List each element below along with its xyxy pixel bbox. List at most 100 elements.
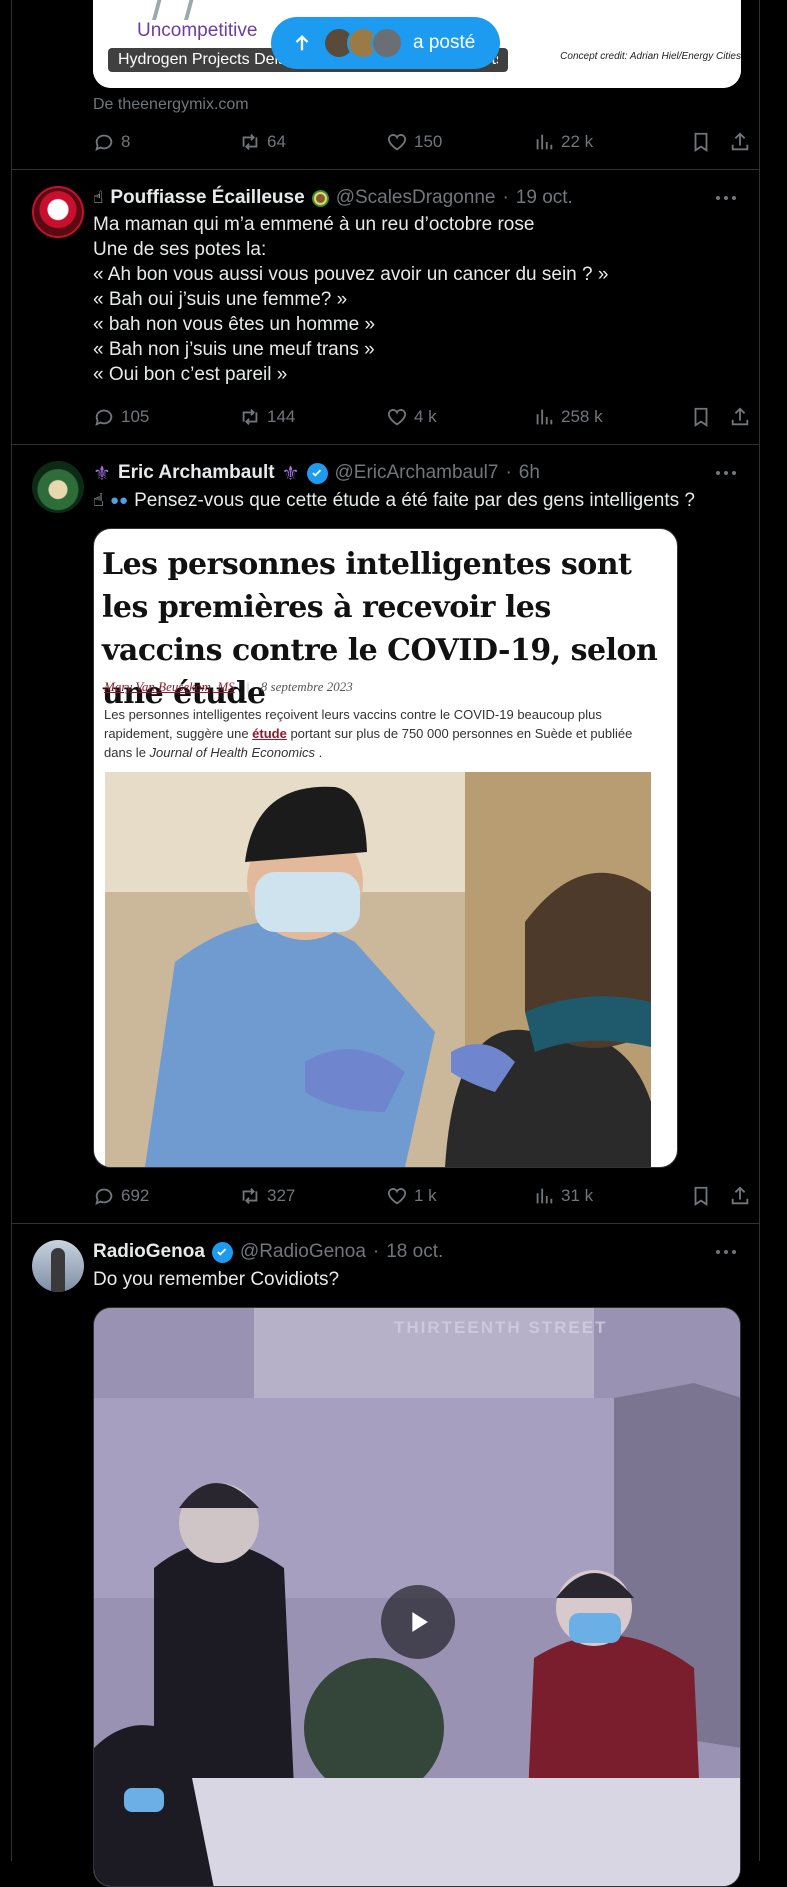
bookmark-button[interactable] <box>690 1181 712 1211</box>
text-line: « Ah bon vous aussi vous pouvez avoir un… <box>93 264 609 285</box>
play-button[interactable] <box>381 1585 455 1659</box>
separator: · <box>372 1241 380 1262</box>
video-sign-text: THIRTEENTH STREET <box>394 1318 608 1337</box>
article-date: 8 septembre 2023 <box>260 679 353 694</box>
play-icon <box>412 1612 428 1632</box>
article-body: Les personnes intelligentes reçoivent le… <box>104 707 633 760</box>
like-icon <box>387 134 407 151</box>
more-icon[interactable] <box>711 186 741 210</box>
article-author[interactable]: Mary Van Beusekom, MS <box>104 679 235 694</box>
post-time[interactable]: 19 oct. <box>516 187 573 209</box>
like-icon <box>387 409 407 426</box>
views-button[interactable]: 258 k <box>533 402 603 432</box>
card-logo-text: Uncompetitive <box>137 20 258 41</box>
author-name[interactable]: Eric Archambault <box>118 462 275 484</box>
verified-icon <box>211 1241 233 1263</box>
vaccination-photo <box>105 772 651 1167</box>
like-button[interactable]: 1 k <box>386 1181 437 1211</box>
author-name[interactable]: RadioGenoa <box>93 1241 205 1263</box>
avatar[interactable] <box>32 461 84 513</box>
post-radiogenoa[interactable]: RadioGenoa @RadioGenoa · 18 oct. Do you … <box>12 1224 759 1887</box>
like-count: 4 k <box>414 407 437 426</box>
author-name[interactable]: Pouffiasse Écailleuse <box>110 187 304 209</box>
post-text: Do you remember Covidiots? <box>93 1269 340 1290</box>
views-count: 31 k <box>561 1186 594 1205</box>
reply-button[interactable]: 8 <box>93 127 130 157</box>
separator: · <box>502 187 509 208</box>
avocado-icon <box>311 189 329 207</box>
post-pouffiasse[interactable]: ☝ Pouffiasse Écailleuse @ScalesDragonne … <box>12 170 759 445</box>
reply-icon <box>95 1188 113 1206</box>
avatar[interactable] <box>32 186 84 238</box>
text-line: « Bah oui j’suis une femme? » <box>93 289 348 310</box>
text-line: « Bah non j’suis une meuf trans » <box>93 339 375 360</box>
bookmark-icon <box>694 132 708 152</box>
timeline-column: Uncompetitive Concept credit: Adrian Hie… <box>11 0 760 1887</box>
share-button[interactable] <box>729 1181 751 1211</box>
reply-button[interactable]: 105 <box>93 402 149 432</box>
text-line: « Oui bon c’est pareil » <box>93 364 288 385</box>
post-header: ⚜ Eric Archambault ⚜ @EricArchambaul7 · … <box>93 460 540 486</box>
post-header: ☝ Pouffiasse Écailleuse @ScalesDragonne … <box>93 185 573 211</box>
bookmark-button[interactable] <box>690 127 712 157</box>
bookmark-icon <box>694 407 708 427</box>
repost-button[interactable]: 144 <box>239 402 295 432</box>
like-count: 150 <box>414 132 443 151</box>
byline-divider: | <box>245 679 250 694</box>
share-button[interactable] <box>729 402 751 432</box>
repost-icon <box>242 1188 258 1204</box>
post-text: Ma maman qui m’a emmené à un reu d’octob… <box>93 212 739 387</box>
article-byline: Mary Van Beusekom, MS | 8 septembre 2023 <box>104 679 353 695</box>
pipe-graphic <box>152 0 194 20</box>
views-icon <box>536 134 553 150</box>
arrow-up-icon <box>295 34 309 51</box>
post-actions: 105 144 4 k 258 k <box>93 402 749 432</box>
views-icon <box>536 409 553 425</box>
pointing-hand-icon: ☝ <box>93 490 104 510</box>
more-icon[interactable] <box>711 1240 741 1264</box>
views-icon <box>536 1188 553 1204</box>
reply-icon <box>95 409 113 427</box>
text-line: Ma maman qui m’a emmené à un reu d’octob… <box>93 214 535 235</box>
reply-count: 692 <box>121 1186 150 1205</box>
like-button[interactable]: 4 k <box>386 402 437 432</box>
post-image[interactable]: Les personnes intelligentes sont les pre… <box>93 528 678 1168</box>
reply-count: 8 <box>121 132 131 151</box>
repost-icon <box>242 409 258 425</box>
like-count: 1 k <box>414 1186 437 1205</box>
avatar <box>371 27 403 59</box>
article-link[interactable]: étude <box>252 726 287 741</box>
views-button[interactable]: 22 k <box>533 127 593 157</box>
more-icon[interactable] <box>711 461 741 485</box>
statue-silhouette <box>51 1248 65 1292</box>
card-source[interactable]: De theenergymix.com <box>93 96 249 114</box>
repost-icon <box>242 134 258 150</box>
bookmark-button[interactable] <box>690 402 712 432</box>
repost-button[interactable]: 327 <box>239 1181 295 1211</box>
like-icon <box>387 1188 407 1205</box>
verified-icon <box>306 462 328 484</box>
repost-button[interactable]: 64 <box>239 127 286 157</box>
share-button[interactable] <box>729 127 751 157</box>
post-time[interactable]: 6h <box>519 462 540 484</box>
new-posts-pill[interactable]: a posté <box>271 17 500 69</box>
avatar[interactable] <box>32 1240 84 1292</box>
pill-label: a posté <box>413 32 476 53</box>
post-actions: 8 64 150 22 k <box>93 127 749 157</box>
reply-count: 105 <box>121 407 150 426</box>
post-time[interactable]: 18 oct. <box>386 1241 443 1263</box>
post-text: ☝ ●● Pensez-vous que cette étude a été f… <box>93 488 739 513</box>
author-handle[interactable]: @EricArchambaul7 <box>335 462 499 484</box>
like-button[interactable]: 150 <box>386 127 442 157</box>
post-actions: 692 327 1 k 31 k <box>93 1181 749 1211</box>
author-handle[interactable]: @RadioGenoa <box>240 1241 366 1263</box>
fleur-de-lis-icon: ⚜ <box>281 462 300 485</box>
repost-count: 144 <box>267 407 296 426</box>
post-video[interactable]: THIRTEENTH STREET <box>93 1307 741 1887</box>
post-eric[interactable]: ⚜ Eric Archambault ⚜ @EricArchambaul7 · … <box>12 445 759 1224</box>
bookmark-icon <box>694 1186 708 1206</box>
reply-button[interactable]: 692 <box>93 1181 149 1211</box>
fleur-de-lis-icon: ⚜ <box>93 462 111 485</box>
author-handle[interactable]: @ScalesDragonne <box>336 187 496 209</box>
views-button[interactable]: 31 k <box>533 1181 593 1211</box>
